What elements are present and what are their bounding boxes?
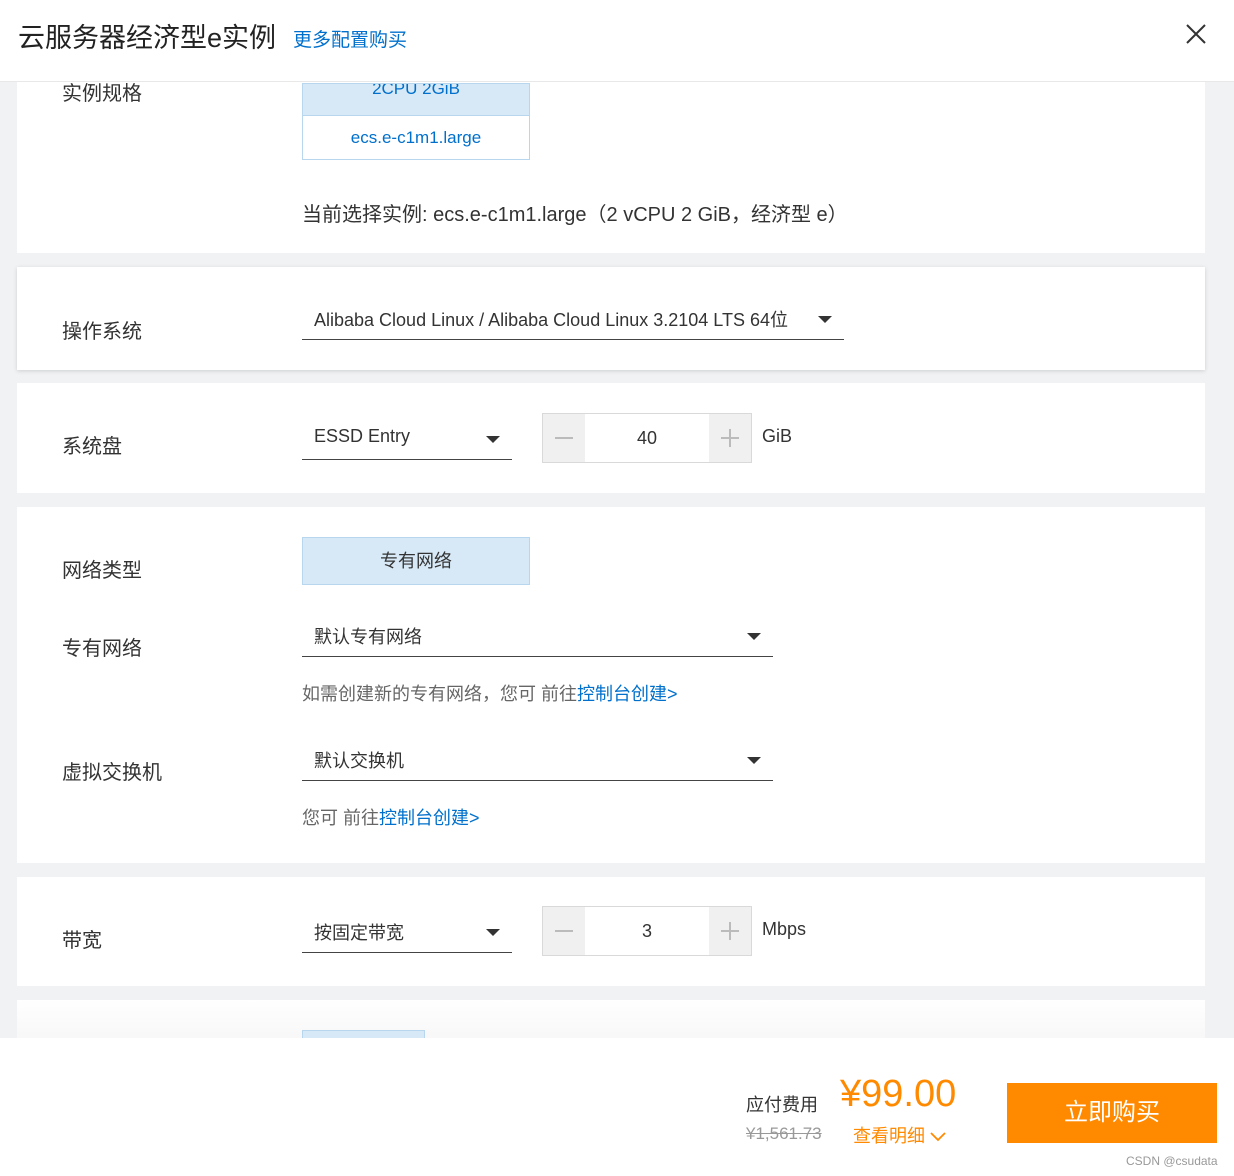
chevron-down-icon <box>930 1132 946 1142</box>
minus-icon <box>555 930 573 932</box>
network-card: 网络类型 专有网络 专有网络 默认专有网络 如需创建新的专有网络，您可 前往控制… <box>17 507 1205 863</box>
os-label: 操作系统 <box>62 321 142 343</box>
bandwidth-mode-select[interactable]: 按固定带宽 <box>302 911 512 953</box>
chevron-down-icon <box>747 633 761 640</box>
bandwidth-card: 带宽 按固定带宽 3 Mbps <box>17 877 1205 986</box>
buy-now-button[interactable]: 立即购买 <box>1007 1083 1217 1143</box>
vpc-hint: 如需创建新的专有网络，您可 前往控制台创建> <box>302 680 678 706</box>
current-selection-text: 当前选择实例: ecs.e-c1m1.large（2 vCPU 2 GiB，经济… <box>302 204 848 226</box>
system-disk-label: 系统盘 <box>62 436 122 458</box>
bandwidth-stepper: 3 <box>542 906 752 956</box>
bandwidth-increase-button[interactable] <box>709 907 751 955</box>
network-type-label: 网络类型 <box>62 560 142 582</box>
vswitch-console-create-link[interactable]: 控制台创建> <box>379 808 480 828</box>
vpc-hint-text: 如需创建新的专有网络，您可 前往 <box>302 684 577 704</box>
vswitch-select-value: 默认交换机 <box>314 751 404 771</box>
plus-icon-vertical <box>729 429 731 447</box>
network-type-vpc-button[interactable]: 专有网络 <box>302 537 530 585</box>
disk-size-input[interactable]: 40 <box>585 414 709 462</box>
vpc-select-value: 默认专有网络 <box>314 627 422 647</box>
dialog-title: 云服务器经济型e实例 <box>18 23 277 53</box>
bandwidth-label: 带宽 <box>62 930 102 952</box>
os-select-value: Alibaba Cloud Linux / Alibaba Cloud Linu… <box>314 310 788 330</box>
vpc-label: 专有网络 <box>62 638 142 660</box>
vpc-console-create-link[interactable]: 控制台创建> <box>577 684 678 704</box>
view-details-link[interactable]: 查看明细 <box>853 1122 947 1148</box>
price-value: ¥99.00 <box>840 1073 957 1115</box>
disk-size-stepper: 40 <box>542 413 752 463</box>
dialog-header: 云服务器经济型e实例 更多配置购买 <box>0 0 1234 82</box>
vswitch-select[interactable]: 默认交换机 <box>302 739 773 781</box>
disk-size-decrease-button[interactable] <box>543 414 585 462</box>
chevron-down-icon <box>486 929 500 936</box>
vpc-select[interactable]: 默认专有网络 <box>302 615 773 657</box>
disk-size-increase-button[interactable] <box>709 414 751 462</box>
bandwidth-unit: Mbps <box>762 919 807 939</box>
bandwidth-input[interactable]: 3 <box>585 907 709 955</box>
chevron-down-icon <box>747 757 761 764</box>
close-icon[interactable] <box>1182 20 1210 48</box>
bandwidth-mode-value: 按固定带宽 <box>314 923 404 943</box>
spec-cpu-mem: 2CPU 2GiB <box>303 84 529 116</box>
vswitch-hint-text: 您可 前往 <box>302 808 380 828</box>
more-config-link[interactable]: 更多配置购买 <box>293 25 407 52</box>
system-disk-card: 系统盘 ESSD Entry 40 GiB <box>17 383 1205 493</box>
minus-icon <box>555 437 573 439</box>
plus-icon-vertical <box>729 922 731 940</box>
view-details-label: 查看明细 <box>853 1126 925 1146</box>
os-card: 操作系统 Alibaba Cloud Linux / Alibaba Cloud… <box>17 267 1205 370</box>
chevron-down-icon <box>818 316 832 323</box>
fee-label: 应付费用 <box>746 1095 818 1115</box>
instance-spec-option[interactable]: 2CPU 2GiB ecs.e-c1m1.large <box>302 83 530 160</box>
vswitch-label: 虚拟交换机 <box>62 762 162 784</box>
chevron-down-icon <box>486 436 500 443</box>
disk-type-select[interactable]: ESSD Entry <box>302 418 512 460</box>
os-select[interactable]: Alibaba Cloud Linux / Alibaba Cloud Linu… <box>302 298 844 340</box>
bandwidth-decrease-button[interactable] <box>543 907 585 955</box>
disk-size-unit: GiB <box>762 426 793 446</box>
original-price: ¥1,561.73 <box>746 1124 822 1143</box>
vswitch-hint: 您可 前往控制台创建> <box>302 804 480 830</box>
disk-type-value: ESSD Entry <box>314 426 411 446</box>
spec-name: ecs.e-c1m1.large <box>350 128 482 147</box>
order-footer: 应付费用 ¥99.00 ¥1,561.73 查看明细 立即购买 CSDN @cs… <box>0 1038 1234 1176</box>
watermark: CSDN @csudata <box>1126 1154 1218 1168</box>
